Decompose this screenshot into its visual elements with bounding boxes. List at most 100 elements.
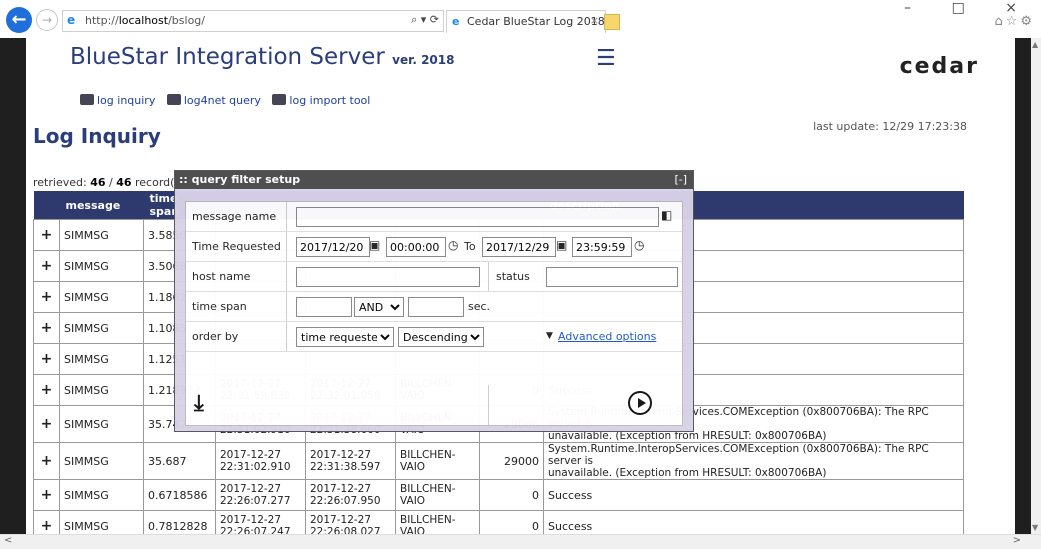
cell-host: BILLCHEN-VAIO (395, 510, 480, 534)
address-bar[interactable]: e http://localhost/bslog/ ⌕ ▾ ⟳ (62, 10, 444, 32)
order-field-select[interactable]: time requested (296, 327, 394, 347)
expand-row-button[interactable]: + (33, 405, 60, 443)
status-label: status (496, 270, 530, 283)
col-expand (33, 191, 60, 220)
page-title: Log Inquiry (33, 124, 161, 148)
browser-tab[interactable]: e Cedar BlueStar Log 2018 × (446, 10, 606, 33)
row-host-name: host name status (186, 262, 682, 292)
cell-message: SIMMSG (59, 510, 144, 534)
order-direction-select[interactable]: Descending (398, 327, 484, 347)
menu-icon[interactable]: ☰ (596, 46, 616, 71)
forward-button[interactable]: → (36, 9, 58, 31)
sec-label: sec. (468, 300, 491, 313)
scroll-right-icon[interactable]: > (1013, 535, 1021, 546)
row-time-requested: Time Requested ▣ ◷ To ▣ ◷ (186, 232, 682, 262)
host-name-input[interactable] (296, 267, 480, 287)
download-icon[interactable]: ⤓ (194, 391, 204, 416)
dialog-form: message name ◧ Time Requested ▣ ◷ To ▣ (185, 201, 683, 391)
expand-row-button[interactable]: + (33, 219, 60, 251)
query-filter-dialog: :: query filter setup [-] message name ◧… (174, 170, 694, 432)
cell-message: SIMMSG (59, 219, 144, 251)
status-input[interactable] (546, 267, 678, 287)
expand-row-button[interactable]: + (33, 250, 60, 282)
app-version: ver. 2018 (392, 53, 455, 67)
row-order-by: order by time requested Descending ▼ Adv… (186, 322, 682, 352)
scroll-up-icon[interactable]: ▲ (1032, 40, 1038, 49)
span-min-input[interactable] (296, 297, 352, 317)
cell-message: SIMMSG (59, 442, 144, 480)
app-banner: BlueStar Integration Server ver. 2018 ☰ … (26, 38, 1015, 79)
run-query-button[interactable] (628, 391, 652, 415)
brand-logo: cedar (899, 54, 979, 79)
table-row[interactable]: + SIMMSG 35.687 2017-12-27 22:31:02.910 2017-… (33, 442, 964, 480)
clock-icon[interactable]: ◷ (448, 238, 458, 252)
app-title: BlueStar Integration Server ver. 2018 (70, 44, 455, 70)
retrieved-count: retrieved: 46 / 46 record( (33, 176, 175, 189)
browser-tools-icons[interactable]: ⌂☆⚙ (994, 14, 1035, 29)
advanced-options-link[interactable]: Advanced options (558, 330, 656, 343)
nav-log4net-query[interactable]: log4net query (166, 94, 261, 107)
time-from-input[interactable] (386, 237, 446, 257)
page-viewport: BlueStar Integration Server ver. 2018 ☰ … (0, 38, 1031, 534)
cell-host: BILLCHEN-VAIO (395, 479, 480, 511)
actions-separator (488, 385, 489, 425)
span-operator-select[interactable]: AND (354, 297, 404, 317)
expand-row-button[interactable]: + (33, 312, 60, 344)
dialog-collapse-button[interactable]: [-] (674, 171, 687, 189)
cell-message: SIMMSG (59, 281, 144, 313)
calendar-icon[interactable]: ▣ (556, 238, 567, 252)
last-update: last update: 12/29 17:23:38 (813, 120, 967, 133)
date-to-input[interactable] (482, 237, 556, 257)
ie-icon: e (67, 13, 76, 27)
back-button[interactable]: ← (6, 7, 32, 33)
scroll-left-icon[interactable]: < (4, 535, 12, 546)
cell-code: 0 (479, 510, 544, 534)
col-message[interactable]: message (59, 191, 144, 220)
span-max-input[interactable] (408, 297, 464, 317)
date-from-input[interactable] (296, 237, 370, 257)
import-icon (272, 94, 287, 105)
order-by-label: order by (192, 330, 239, 343)
vertical-scrollbar[interactable]: ▲ ▼ (1031, 38, 1041, 534)
table-row[interactable]: + SIMMSG 0.6718586 2017-12-27 22:26:07.277 20… (33, 479, 964, 511)
row-message-name: message name ◧ (186, 202, 682, 232)
cell-time-span: 0.6718586 (143, 479, 216, 511)
advanced-arrow-icon: ▼ (546, 331, 553, 341)
calendar-icon[interactable]: ▣ (369, 238, 380, 252)
cell-host: BILLCHEN-VAIO (395, 442, 480, 480)
message-name-label: message name (192, 210, 277, 223)
cell-description: Success (543, 510, 964, 534)
expand-row-button[interactable]: + (33, 479, 60, 511)
url-text: http://localhost/bslog/ (85, 14, 205, 27)
expand-row-button[interactable]: + (33, 343, 60, 375)
row-separator (286, 232, 287, 261)
expand-row-button[interactable]: + (33, 510, 60, 534)
books-icon (80, 94, 94, 105)
expand-row-button[interactable]: + (33, 442, 60, 480)
lookup-icon[interactable]: ◧ (661, 208, 672, 222)
tab-title: Cedar BlueStar Log 2018 (467, 15, 605, 28)
scroll-down-icon[interactable]: ▼ (1032, 523, 1038, 532)
address-tools[interactable]: ⌕ ▾ ⟳ (411, 13, 439, 27)
message-name-input[interactable] (296, 207, 659, 227)
horizontal-scrollbar[interactable]: < > (0, 534, 1041, 549)
dialog-titlebar[interactable]: :: query filter setup [-] (175, 171, 693, 189)
tab-close-icon[interactable]: × (590, 14, 599, 27)
expand-row-button[interactable]: + (33, 281, 60, 313)
expand-row-button[interactable]: + (33, 374, 60, 406)
cell-description: Success (543, 479, 964, 511)
clock-icon[interactable]: ◷ (634, 238, 644, 252)
new-tab-button[interactable] (604, 14, 620, 30)
nav-log-import-tool[interactable]: log import tool (272, 94, 370, 107)
nav-log-inquiry[interactable]: log inquiry (80, 94, 155, 107)
cell-message: SIMMSG (59, 312, 144, 344)
table-row[interactable]: + SIMMSG 0.7812828 2017-12-27 22:26:07.247 20… (33, 510, 964, 534)
cell-time-2: 2017-12-27 22:26:08.027 (305, 510, 396, 534)
cell-message: SIMMSG (59, 479, 144, 511)
time-to-input[interactable] (572, 237, 632, 257)
host-name-label: host name (192, 270, 251, 283)
cell-code: 29000 (479, 442, 544, 480)
cell-time-span: 35.687 (143, 442, 216, 480)
cell-time-span: 0.7812828 (143, 510, 216, 534)
cell-message: SIMMSG (59, 374, 144, 406)
